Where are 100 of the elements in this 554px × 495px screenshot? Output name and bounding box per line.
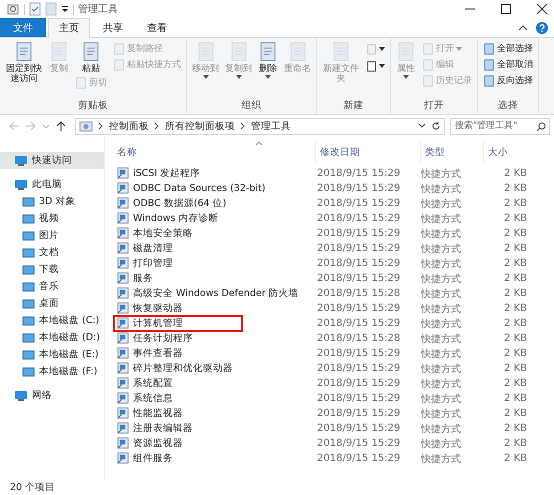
nav-item[interactable]: 图片 [0, 227, 104, 244]
table-cell-text: 2 KB [503, 183, 528, 194]
table-cell-text: 2 KB [503, 243, 528, 254]
file-name[interactable]: 高级安全 Windows Defender 防火墙 [113, 284, 307, 302]
ribbon-button[interactable]: 全部选择 [481, 41, 535, 56]
up-icon[interactable] [55, 120, 67, 132]
file-name[interactable]: 系统信息 [113, 390, 181, 407]
caret-icon [236, 75, 242, 79]
table-cell-text: 2 KB [503, 453, 528, 464]
checkbox-icon[interactable] [29, 2, 41, 16]
file-name[interactable]: 资源监视器 [113, 434, 191, 452]
document-icon [113, 58, 125, 70]
nav-item[interactable]: 文档 [0, 244, 104, 261]
document-icon [288, 41, 308, 63]
file-name[interactable]: 事件查看器 [113, 344, 191, 362]
file-name[interactable]: 打印管理 [113, 254, 181, 272]
nav-item[interactable]: 本地磁盘 (C:) [0, 312, 104, 329]
collapse-icon[interactable] [518, 24, 528, 32]
shortcut-icon [117, 437, 129, 450]
document-icon [422, 42, 434, 54]
file-name[interactable]: ODBC Data Sources (32-bit) [113, 180, 274, 196]
table-cell-text: 快捷方式 [420, 392, 462, 406]
shortcut-icon [117, 242, 129, 254]
folder-icon [22, 246, 35, 258]
nav-item[interactable]: 本地磁盘 (E:) [0, 346, 104, 363]
table-cell-text: 2018/9/15 15:29 [316, 393, 402, 404]
file-tab[interactable]: 文件 [0, 18, 46, 37]
file-name[interactable]: 恢复驱动器 [113, 300, 191, 317]
nav-item[interactable]: 本地磁盘 (F:) [0, 363, 104, 380]
file-name[interactable]: 任务计划程序 [113, 330, 201, 347]
table-cell-text: 2 KB [503, 213, 528, 224]
dropdown-icon[interactable] [418, 122, 426, 130]
file-name[interactable]: ODBC 数据源(64 位) [113, 194, 234, 212]
address-bar[interactable]: 控制面板 所有控制面板项 管理工具 [75, 118, 445, 134]
breadcrumb[interactable]: 控制面板 [109, 120, 149, 132]
control-panel-icon [79, 120, 93, 132]
table-cell-text: 快捷方式 [420, 362, 462, 376]
file-name[interactable]: 系统配置 [113, 374, 181, 392]
document-icon [422, 74, 434, 86]
shortcut-icon [117, 257, 129, 270]
file-name[interactable]: 注册表编辑器 [113, 420, 201, 437]
group-label: 选择 [497, 99, 519, 113]
file-name[interactable]: 本地安全策略 [113, 224, 201, 242]
nav-item[interactable]: 此电脑 [0, 176, 104, 193]
nav-item[interactable]: 视频 [0, 210, 104, 227]
document-icon [366, 43, 378, 55]
table-cell-text: 2018/9/15 15:29 [316, 228, 402, 239]
table-cell-text: 快捷方式 [420, 438, 462, 450]
file-name[interactable]: iSCSI 发起程序 [113, 164, 208, 182]
help-icon[interactable] [536, 22, 548, 34]
dropdown-icon[interactable] [61, 4, 69, 14]
ribbon-tab[interactable]: 共享 [92, 18, 134, 37]
refresh-icon[interactable] [431, 121, 441, 131]
column-header[interactable]: 修改日期 [315, 141, 420, 163]
breadcrumb[interactable]: 所有控制面板项 [165, 120, 235, 132]
nav-item[interactable]: 桌面 [0, 295, 104, 312]
column-header[interactable]: 大小 [483, 141, 546, 163]
ribbon-button[interactable]: 反向选择 [481, 73, 535, 88]
column-header[interactable]: 类型 [420, 141, 483, 163]
table-cell-text: 快捷方式 [420, 242, 462, 256]
search-field[interactable]: 搜索"管理工具" [450, 118, 550, 134]
shortcut-icon [117, 167, 129, 180]
table-cell-text: 2 KB [503, 228, 528, 239]
ribbon-tab[interactable]: 查看 [136, 18, 178, 37]
folder-icon [22, 298, 35, 310]
nav-item[interactable]: 网络 [0, 387, 104, 404]
file-name[interactable]: 磁盘清理 [113, 240, 181, 257]
ribbon-button[interactable]: 全部取消 [481, 57, 535, 72]
table-cell-text: 2018/9/15 15:29 [316, 243, 402, 254]
file-name[interactable]: Windows 内存诊断 [113, 210, 226, 227]
nav-item[interactable]: 音乐 [0, 278, 104, 295]
properties-icon[interactable] [6, 2, 20, 16]
group-label: 组织 [240, 99, 262, 113]
nav-item[interactable]: 下载 [0, 261, 104, 278]
file-name[interactable]: 服务 [113, 270, 161, 287]
folder-icon [22, 230, 35, 242]
file-name[interactable]: 计算机管理 [113, 314, 243, 332]
table-cell-text: 2018/9/15 15:29 [316, 453, 402, 464]
nav-item[interactable]: 本地磁盘 (D:) [0, 329, 104, 346]
search-icon [536, 122, 546, 132]
shortcut-icon [117, 392, 129, 404]
ribbon-tab[interactable]: 主页 [48, 18, 90, 38]
ribbon-button[interactable]: 删除 [256, 41, 280, 79]
close-icon[interactable] [536, 3, 548, 15]
file-name[interactable]: 性能监视器 [113, 404, 191, 422]
table-cell-text: 2018/9/15 15:29 [316, 303, 402, 314]
breadcrumb[interactable]: 管理工具 [251, 120, 291, 132]
ribbon-button[interactable]: 固定到快速访问 [3, 41, 45, 84]
nav-item[interactable]: 3D 对象 [0, 193, 104, 210]
nav-item[interactable]: 快速访问 [0, 152, 104, 169]
file-name[interactable]: 碎片整理和优化驱动器 [113, 360, 241, 377]
table-cell-text: 2018/9/15 15:29 [316, 213, 402, 224]
file-name[interactable]: 组件服务 [113, 450, 181, 467]
maximize-icon[interactable] [500, 3, 512, 15]
sort-icon [255, 141, 263, 146]
table-cell-text: 快捷方式 [420, 422, 462, 436]
table-cell-text: 2 KB [503, 258, 528, 269]
shortcut-icon [117, 332, 129, 344]
column-header[interactable]: 名称 [115, 141, 315, 163]
ribbon-button[interactable]: 粘贴 [73, 41, 109, 74]
